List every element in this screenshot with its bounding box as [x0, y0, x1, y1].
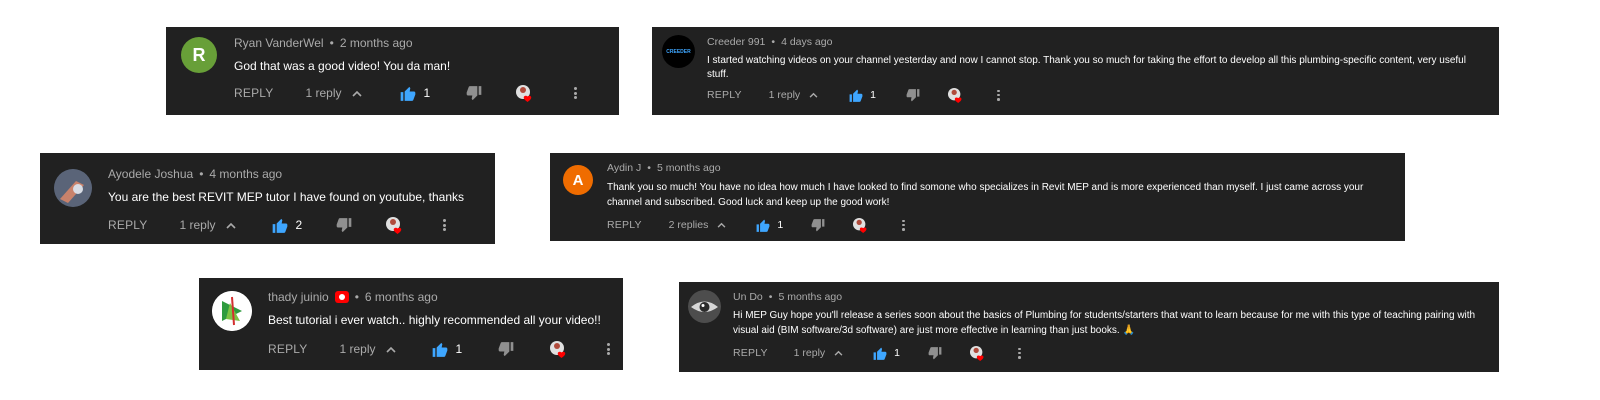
comment-author[interactable]: Creeder 991: [707, 36, 765, 48]
chevron-up-icon: [385, 346, 396, 353]
thumbs-down-icon[interactable]: [811, 218, 825, 232]
creator-heart-icon: [948, 87, 963, 103]
replies-count: 1 reply: [305, 86, 342, 100]
comment-time[interactable]: 4 days ago: [781, 36, 832, 48]
more-options-icon[interactable]: [997, 89, 1000, 101]
like-count: 1: [777, 219, 784, 231]
chevron-up-icon: [351, 90, 362, 97]
comment-text: You are the best REVIT MEP tutor I have …: [108, 190, 465, 204]
reply-button[interactable]: REPLY: [268, 342, 307, 356]
more-options-icon[interactable]: [1018, 347, 1021, 359]
comment-card: Ayodele Joshua • 4 months ago You are the …: [40, 153, 495, 244]
like-button[interactable]: 1: [400, 86, 431, 101]
thumbs-up-icon: [272, 218, 287, 233]
like-button[interactable]: 1: [873, 347, 900, 360]
logo-avatar-icon: [212, 291, 252, 331]
more-options-icon[interactable]: [902, 219, 905, 231]
thumbs-down-icon[interactable]: [498, 341, 514, 357]
replies-toggle[interactable]: 1 reply: [179, 218, 236, 232]
thumbs-down-icon[interactable]: [336, 217, 352, 233]
avatar[interactable]: R: [181, 37, 217, 73]
comment-text: Hi MEP Guy hope you'll release a series …: [733, 310, 1476, 336]
thumbs-up-icon: [400, 86, 415, 101]
replies-count: 2 replies: [668, 219, 709, 231]
thumbs-up-icon: [432, 342, 447, 357]
comment-text: Thank you so much! You have no idea how …: [607, 182, 1364, 208]
creator-heart-icon: [550, 340, 567, 358]
comment-author[interactable]: thady juinio: [268, 290, 329, 304]
replies-toggle[interactable]: 1 reply: [339, 342, 396, 356]
thumbs-down-icon[interactable]: [928, 346, 942, 360]
like-button[interactable]: 2: [272, 218, 303, 233]
like-count: 1: [455, 342, 463, 356]
like-button[interactable]: 1: [849, 89, 876, 102]
reply-button[interactable]: REPLY: [607, 219, 642, 231]
comment-author[interactable]: Ryan VanderWel: [234, 36, 324, 50]
thumbs-up-icon: [756, 219, 770, 232]
comment-time[interactable]: 5 months ago: [778, 291, 842, 303]
more-options-icon[interactable]: [443, 219, 447, 231]
replies-toggle[interactable]: 1 reply: [794, 347, 844, 359]
reply-button[interactable]: REPLY: [234, 86, 273, 100]
comment-author[interactable]: Un Do: [733, 291, 763, 303]
chevron-up-icon: [717, 222, 726, 228]
replies-count: 1 reply: [339, 342, 376, 356]
thumbs-up-icon: [849, 89, 863, 102]
like-count: 1: [870, 89, 877, 101]
comment-author[interactable]: Aydin J: [607, 162, 641, 174]
replies-count: 1 reply: [768, 89, 801, 101]
avatar[interactable]: [688, 290, 721, 323]
reply-button[interactable]: REPLY: [707, 89, 742, 101]
chevron-up-icon: [834, 350, 843, 356]
reply-button[interactable]: REPLY: [733, 347, 768, 359]
comment-card: CREEDER Creeder 991 • 4 days ago I started…: [652, 27, 1499, 115]
like-count: 2: [295, 218, 303, 232]
eye-avatar-icon: [688, 290, 721, 323]
like-button[interactable]: 1: [432, 342, 463, 357]
replies-toggle[interactable]: 2 replies: [669, 219, 727, 231]
chevron-up-icon: [809, 92, 818, 98]
like-count: 1: [423, 86, 431, 100]
avatar[interactable]: [54, 169, 92, 207]
replies-count: 1 reply: [179, 218, 216, 232]
chevron-up-icon: [225, 222, 236, 229]
comment-time[interactable]: 2 months ago: [340, 36, 413, 50]
comment-text: God that was a good video! You da man!: [234, 59, 451, 73]
comment-card: Un Do • 5 months ago Hi MEP Guy hope you'l…: [679, 282, 1499, 372]
like-button[interactable]: 1: [756, 219, 783, 232]
more-options-icon[interactable]: [607, 343, 611, 355]
comment-card: thady juinio • 6 months ago Best tutorial…: [199, 278, 623, 370]
comment-text: I started watching videos on your channe…: [707, 55, 1466, 80]
thumbs-down-icon[interactable]: [466, 85, 482, 101]
reply-button[interactable]: REPLY: [108, 218, 147, 232]
replies-toggle[interactable]: 1 reply: [769, 89, 819, 101]
avatar[interactable]: A: [563, 165, 593, 195]
comment-time[interactable]: 4 months ago: [209, 167, 282, 181]
youtube-badge-icon: [334, 291, 349, 303]
like-count: 1: [894, 347, 901, 359]
photo-avatar-icon: [54, 169, 92, 207]
replies-toggle[interactable]: 1 reply: [305, 86, 362, 100]
comment-card: A Aydin J • 5 months ago Thank you so much…: [550, 153, 1405, 241]
comment-time[interactable]: 6 months ago: [365, 290, 438, 304]
creator-heart-icon: [970, 345, 985, 361]
more-options-icon[interactable]: [574, 87, 578, 99]
comment-time[interactable]: 5 months ago: [657, 162, 721, 174]
thumbs-down-icon[interactable]: [906, 88, 920, 102]
comment-card: R Ryan VanderWel • 2 months ago God that w…: [166, 27, 619, 115]
avatar[interactable]: [212, 291, 252, 331]
comment-text: Best tutorial i ever watch.. highly reco…: [268, 313, 601, 327]
creator-heart-icon: [386, 216, 403, 234]
replies-count: 1 reply: [793, 347, 826, 359]
comment-author[interactable]: Ayodele Joshua: [108, 167, 193, 181]
thumbs-up-icon: [873, 347, 887, 360]
creator-heart-icon: [853, 217, 868, 233]
avatar[interactable]: CREEDER: [662, 35, 695, 68]
creator-heart-icon: [516, 84, 533, 102]
